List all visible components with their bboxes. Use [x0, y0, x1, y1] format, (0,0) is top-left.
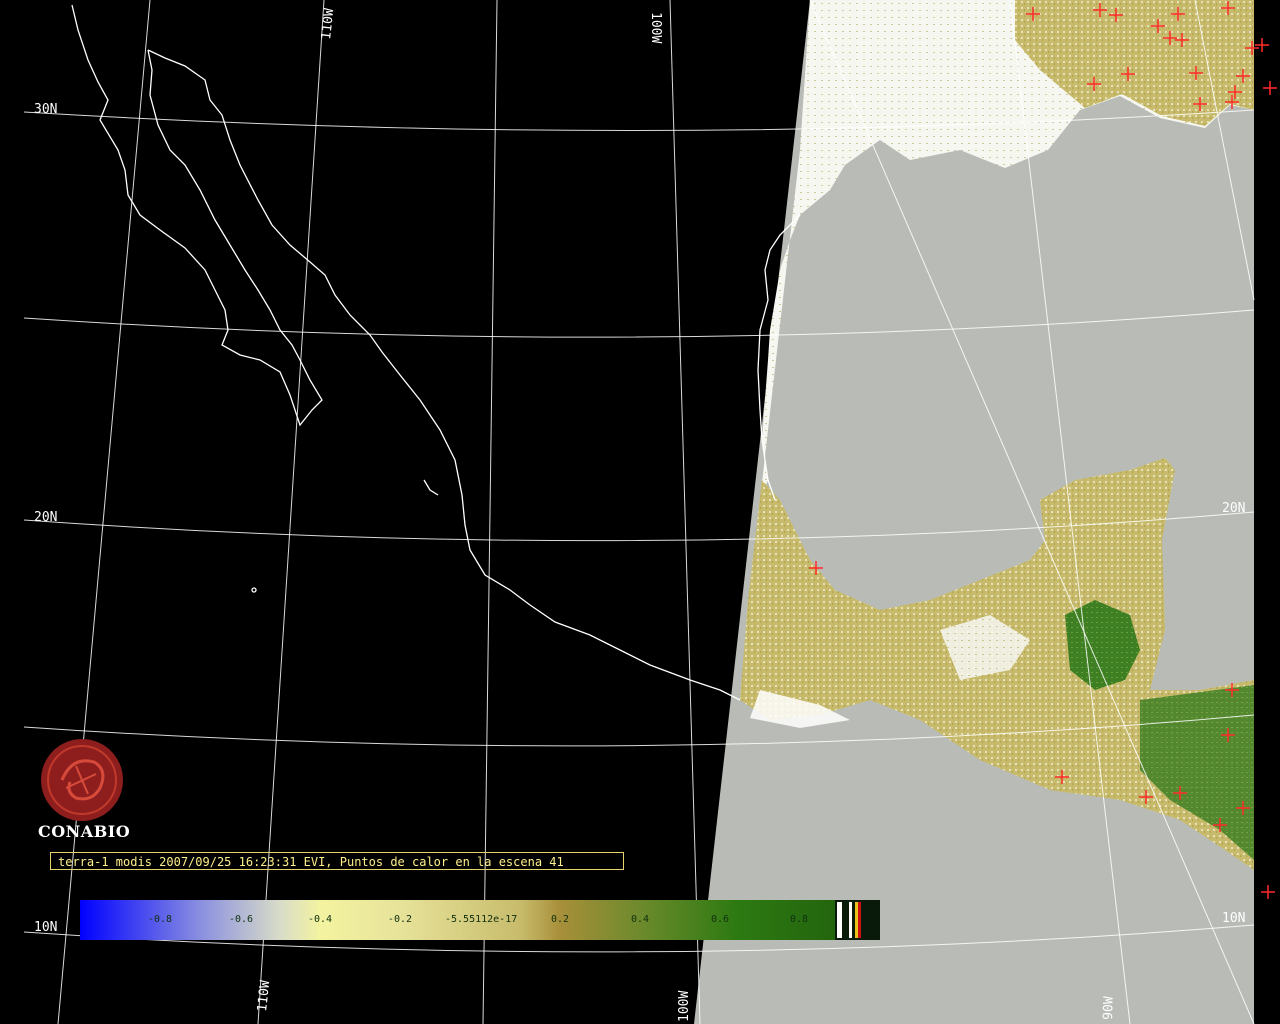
colorbar-tick: -0.2 — [388, 914, 413, 925]
colorbar-white-swatch-2 — [849, 902, 852, 938]
lon-label-100w-top: 100W — [648, 12, 663, 43]
colorbar-tick: 0.8 — [790, 914, 809, 925]
satellite-scene-viewer: 30N 20N 10N 20N 10N 110W 100W 110W 100W … — [0, 0, 1280, 1024]
colorbar-tick: -0.4 — [308, 914, 333, 925]
evi-map: 30N 20N 10N 20N 10N 110W 100W 110W 100W … — [23, 0, 1280, 1024]
colorbar-tick: 0.2 — [551, 914, 570, 925]
colorbar-tick: -5.55112e-17 — [445, 914, 518, 925]
colorbar-tick: 0.4 — [631, 914, 650, 925]
lat-label-20n: 20N — [34, 510, 57, 525]
colorbar-tick: 0.6 — [711, 914, 730, 925]
coastline-island — [251, 587, 257, 593]
conabio-logo-text: CONABIO — [38, 822, 131, 841]
coastline-islands — [423, 479, 439, 496]
colorbar-red-swatch — [858, 902, 861, 938]
lon-label-90w-bottom: 90W — [1101, 996, 1117, 1020]
scene-caption: terra-1 modis 2007/09/25 16:23:31 EVI, P… — [50, 852, 624, 870]
lat-label-30n: 30N — [34, 102, 57, 117]
coastline-gulf-california — [147, 49, 741, 701]
graticule-line — [482, 0, 498, 1024]
graticule-line — [57, 0, 151, 1024]
coastline-baja-west — [71, 4, 323, 427]
lat-label-10n: 10N — [34, 920, 57, 935]
coastline-group — [71, 4, 801, 701]
lon-label-100w-bottom: 100W — [677, 991, 692, 1022]
colorbar-tick: -0.8 — [148, 914, 173, 925]
evi-colorbar: -0.8 -0.6 -0.4 -0.2 -5.55112e-17 0.2 0.4… — [80, 900, 880, 940]
graticule-line — [669, 0, 701, 1024]
lat-label-10n-east: 10N — [1222, 911, 1245, 926]
colorbar-white-swatch — [837, 902, 842, 938]
graticule-line — [257, 0, 325, 1024]
lat-label-20n-east: 20N — [1222, 501, 1245, 516]
lon-label-110w-top: 110W — [319, 8, 337, 41]
right-no-data-strip — [1254, 0, 1280, 1024]
lon-label-110w-bottom: 110W — [255, 980, 273, 1013]
colorbar-tick: -0.6 — [229, 914, 254, 925]
